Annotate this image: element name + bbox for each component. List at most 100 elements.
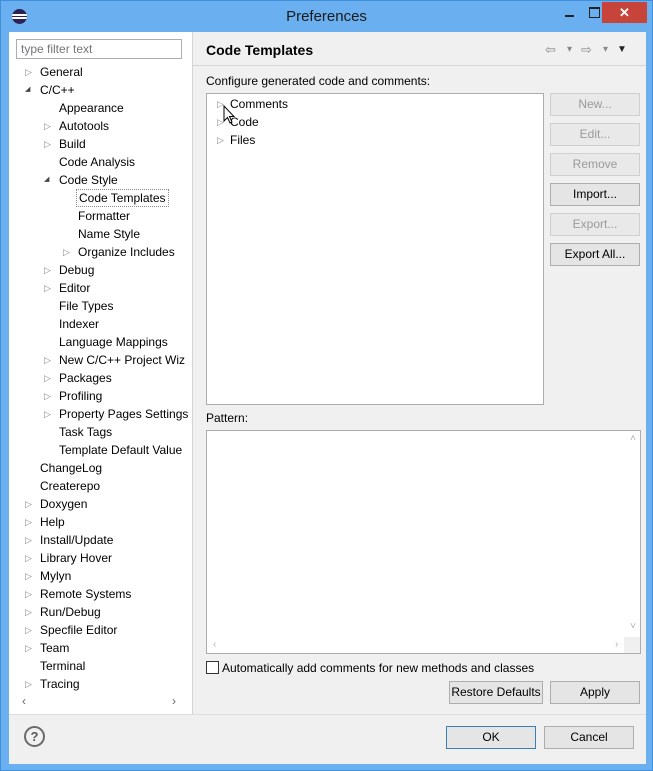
tree-item[interactable]: Language Mappings (9, 333, 192, 351)
tree-item-label: Terminal (40, 659, 86, 673)
tree-item[interactable]: ▷ Build (9, 135, 192, 153)
tree-item[interactable]: ▷ Run/Debug (9, 603, 192, 621)
tree-item-label: Build (59, 137, 86, 151)
expand-arrow-icon[interactable]: ▷ (25, 585, 35, 603)
tree-item-label: Createrepo (40, 479, 101, 493)
preference-page: Code Templates ⇦ ▾ ⇨ ▾ ▼ Configure gener… (193, 32, 646, 714)
forward-arrow-icon[interactable]: ⇨ (581, 41, 592, 59)
auto-comments-checkbox[interactable] (206, 661, 219, 674)
tree-item[interactable]: ▷ Help (9, 513, 192, 531)
pattern-text-area[interactable]: ˄ ˅ ‹ › (206, 430, 641, 654)
scroll-left-arrow-icon[interactable]: ‹ (213, 639, 216, 653)
tree-item[interactable]: ▷ Organize Includes (9, 243, 192, 261)
tree-item[interactable]: Terminal (9, 657, 192, 675)
tree-item[interactable]: ▷ Mylyn (9, 567, 192, 585)
template-category[interactable]: ▷ Comments (207, 95, 543, 113)
title-bar[interactable]: Preferences ✕ (1, 1, 652, 32)
tree-item[interactable]: ▷ Debug (9, 261, 192, 279)
expand-arrow-icon[interactable]: ▷ (63, 243, 73, 261)
tree-item[interactable]: File Types (9, 297, 192, 315)
tree-item[interactable]: Name Style (9, 225, 192, 243)
expand-arrow-icon[interactable]: ▷ (44, 117, 54, 135)
expand-arrow-icon[interactable]: ▷ (25, 603, 35, 621)
expand-arrow-icon[interactable]: ▷ (44, 261, 54, 279)
tree-item[interactable]: Code Templates (9, 189, 192, 207)
scroll-right-arrow-icon[interactable]: › (615, 639, 618, 653)
remove-button[interactable]: Remove (550, 153, 640, 176)
minimize-button[interactable] (556, 2, 582, 23)
back-arrow-icon[interactable]: ⇦ (545, 41, 556, 59)
help-icon[interactable]: ? (24, 726, 45, 747)
forward-dropdown-icon[interactable]: ▾ (603, 41, 608, 59)
tree-item[interactable]: ChangeLog (9, 459, 192, 477)
tree-item[interactable]: ▷ Team (9, 639, 192, 657)
tree-item[interactable]: ▷ Property Pages Settings (9, 405, 192, 423)
expand-arrow-icon[interactable]: ▷ (25, 63, 35, 81)
tree-item-label: Specfile Editor (40, 623, 118, 637)
view-menu-icon[interactable]: ▼ (617, 41, 627, 59)
expand-arrow-icon[interactable]: ▷ (44, 351, 54, 369)
tree-item[interactable]: Code Analysis (9, 153, 192, 171)
tree-item[interactable]: ▷ Profiling (9, 387, 192, 405)
expand-arrow-icon[interactable]: ▷ (25, 513, 35, 531)
expand-arrow-icon[interactable]: ▷ (25, 675, 35, 693)
tree-item[interactable]: ▷ Remote Systems (9, 585, 192, 603)
scroll-down-arrow-icon[interactable]: ˅ (628, 621, 638, 632)
new-button[interactable]: New... (550, 93, 640, 116)
tree-item[interactable]: ▷ Editor (9, 279, 192, 297)
tree-horizontal-scrollbar[interactable]: ‹ › (16, 693, 182, 710)
tree-item[interactable]: Template Default Value (9, 441, 192, 459)
expand-arrow-icon[interactable]: ▷ (25, 567, 35, 585)
collapse-arrow-icon[interactable]: ◢ (44, 171, 54, 189)
expand-arrow-icon[interactable]: ▷ (44, 135, 54, 153)
tree-item[interactable]: ▷ General (9, 63, 192, 81)
tree-item[interactable]: ▷ Specfile Editor (9, 621, 192, 639)
expand-arrow-icon[interactable]: ▷ (44, 369, 54, 387)
tree-item[interactable]: Task Tags (9, 423, 192, 441)
expand-arrow-icon[interactable]: ▷ (25, 621, 35, 639)
import-button[interactable]: Import... (550, 183, 640, 206)
tree-item[interactable]: ◢ C/C++ (9, 81, 192, 99)
tree-item[interactable]: Formatter (9, 207, 192, 225)
tree-item[interactable]: Createrepo (9, 477, 192, 495)
code-templates-tree: ▷ Comments ▷ Code ▷ Files (206, 93, 544, 405)
template-category[interactable]: ▷ Code (207, 113, 543, 131)
close-button[interactable]: ✕ (602, 2, 647, 23)
expand-arrow-icon[interactable]: ▷ (44, 387, 54, 405)
expand-arrow-icon[interactable]: ▷ (44, 405, 54, 423)
ok-button[interactable]: OK (446, 726, 536, 749)
filter-input[interactable] (16, 39, 182, 59)
tree-item[interactable]: Indexer (9, 315, 192, 333)
tree-item[interactable]: ▷ Packages (9, 369, 192, 387)
tree-item[interactable]: ◢ Code Style (9, 171, 192, 189)
tree-item[interactable]: ▷ Install/Update (9, 531, 192, 549)
tree-item[interactable]: ▷ New C/C++ Project Wiz (9, 351, 192, 369)
collapse-arrow-icon[interactable]: ◢ (25, 81, 35, 99)
apply-button[interactable]: Apply (550, 681, 640, 704)
scroll-up-arrow-icon[interactable]: ˄ (628, 433, 638, 444)
expand-arrow-icon[interactable]: ▷ (25, 549, 35, 567)
tree-item-label: Organize Includes (78, 245, 175, 259)
tree-item[interactable]: ▷ Library Hover (9, 549, 192, 567)
expand-arrow-icon[interactable]: ▷ (25, 495, 35, 513)
expand-arrow-icon[interactable]: ▷ (25, 639, 35, 657)
tree-item-label: Code Style (59, 173, 118, 187)
tree-item[interactable]: Appearance (9, 99, 192, 117)
expand-arrow-icon[interactable]: ▷ (217, 131, 227, 149)
export-button[interactable]: Export... (550, 213, 640, 236)
restore-defaults-button[interactable]: Restore Defaults (449, 681, 543, 704)
tree-item[interactable]: ▷ Doxygen (9, 495, 192, 513)
scroll-left-arrow-icon[interactable]: ‹ (16, 693, 32, 710)
tree-item[interactable]: ▷ Tracing (9, 675, 192, 693)
tree-item-label: Indexer (59, 317, 100, 331)
back-dropdown-icon[interactable]: ▾ (567, 41, 572, 59)
export-all-button[interactable]: Export All... (550, 243, 640, 266)
template-category[interactable]: ▷ Files (207, 131, 543, 149)
page-title: Code Templates (206, 42, 314, 58)
expand-arrow-icon[interactable]: ▷ (44, 279, 54, 297)
cancel-button[interactable]: Cancel (544, 726, 634, 749)
edit-button[interactable]: Edit... (550, 123, 640, 146)
tree-item[interactable]: ▷ Autotools (9, 117, 192, 135)
expand-arrow-icon[interactable]: ▷ (25, 531, 35, 549)
scroll-right-arrow-icon[interactable]: › (166, 693, 182, 710)
